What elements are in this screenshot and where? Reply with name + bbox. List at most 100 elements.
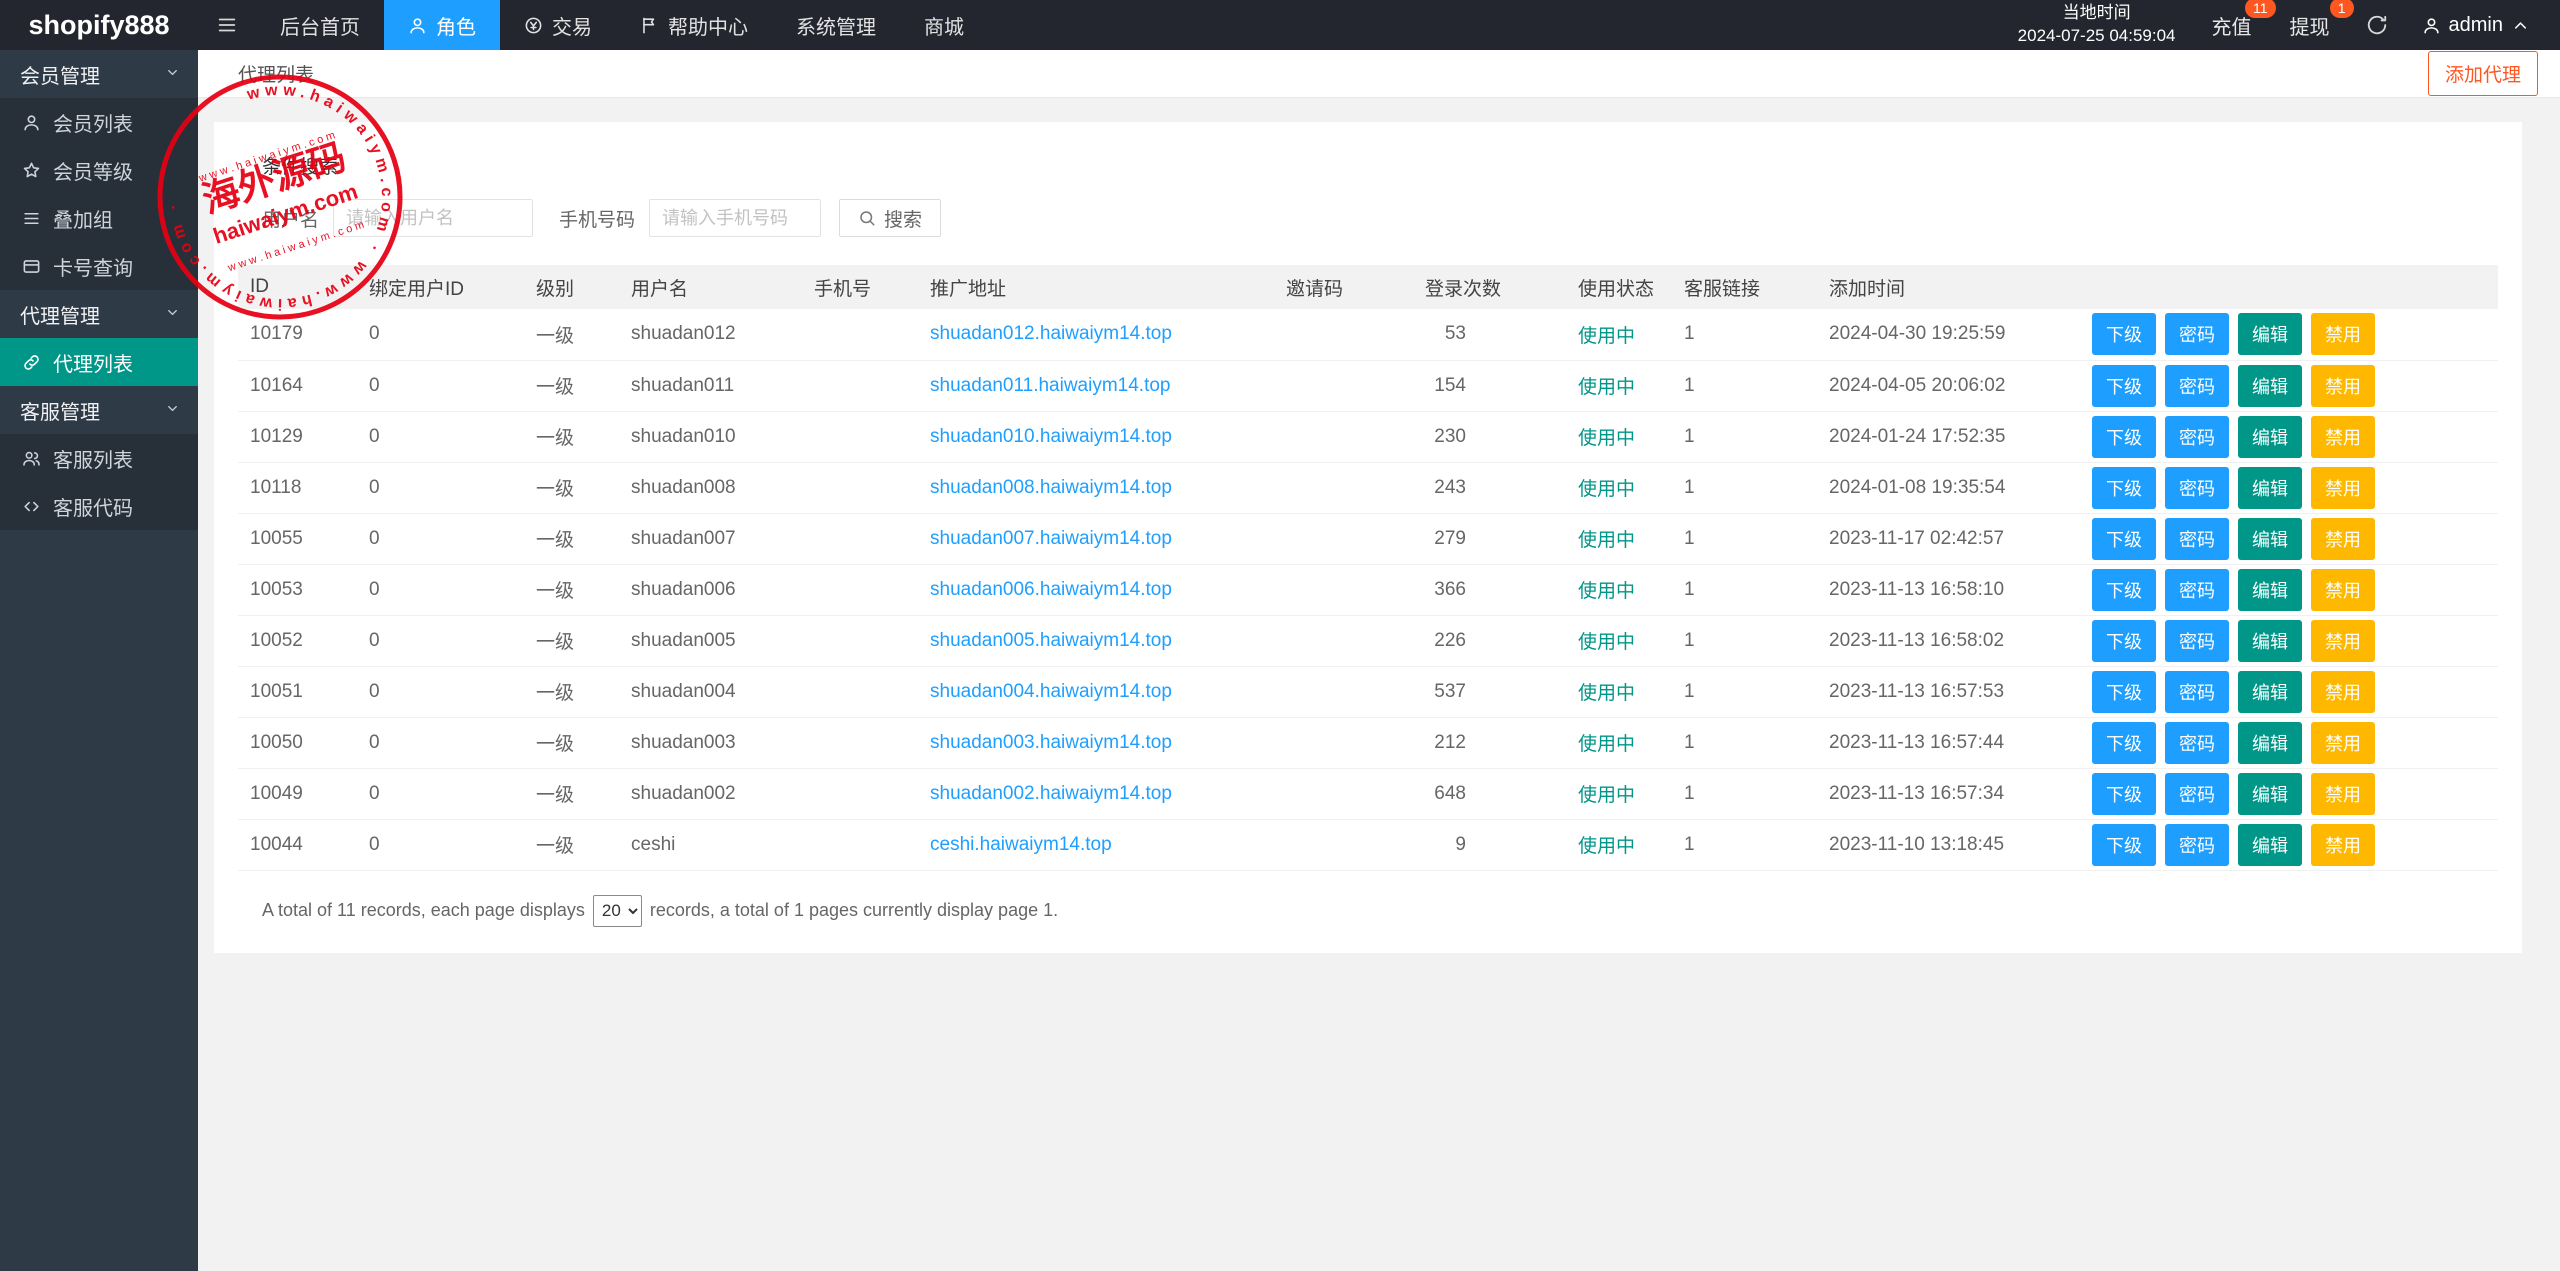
sub-agent-button[interactable]: 下级 bbox=[2092, 365, 2156, 407]
sub-agent-button[interactable]: 下级 bbox=[2092, 620, 2156, 662]
topnav-item[interactable]: 角色 bbox=[384, 0, 500, 50]
topnav-item[interactable]: 交易 bbox=[500, 0, 616, 50]
disable-button[interactable]: 禁用 bbox=[2311, 722, 2375, 764]
password-button[interactable]: 密码 bbox=[2165, 416, 2229, 458]
phone-input[interactable] bbox=[649, 199, 821, 237]
cell-service: 1 bbox=[1672, 411, 1817, 462]
sidebar-item-label: 会员等级 bbox=[53, 156, 133, 185]
sidebar-group-header[interactable]: 会员管理 bbox=[0, 50, 198, 98]
password-button[interactable]: 密码 bbox=[2165, 722, 2229, 764]
promo-url-link[interactable]: shuadan006.haiwaiym14.top bbox=[930, 579, 1172, 600]
sub-agent-button[interactable]: 下级 bbox=[2092, 569, 2156, 611]
edit-button[interactable]: 编辑 bbox=[2238, 620, 2302, 662]
sub-agent-button[interactable]: 下级 bbox=[2092, 824, 2156, 866]
edit-button[interactable]: 编辑 bbox=[2238, 569, 2302, 611]
password-button[interactable]: 密码 bbox=[2165, 773, 2229, 815]
disable-button[interactable]: 禁用 bbox=[2311, 671, 2375, 713]
sub-agent-button[interactable]: 下级 bbox=[2092, 416, 2156, 458]
sub-agent-button[interactable]: 下级 bbox=[2092, 518, 2156, 560]
disable-button[interactable]: 禁用 bbox=[2311, 773, 2375, 815]
disable-button[interactable]: 禁用 bbox=[2311, 365, 2375, 407]
withdraw-button[interactable]: 提现 1 bbox=[2288, 7, 2332, 44]
promo-url-link[interactable]: shuadan008.haiwaiym14.top bbox=[930, 477, 1172, 498]
top-navbar: shopify888 后台首页角色交易帮助中心系统管理商城 当地时间 2024-… bbox=[0, 0, 2560, 50]
promo-url-link[interactable]: shuadan007.haiwaiym14.top bbox=[930, 528, 1172, 549]
cell-invite bbox=[1274, 513, 1413, 564]
topnav-item[interactable]: 商城 bbox=[900, 0, 988, 50]
topnav-item[interactable]: 帮助中心 bbox=[616, 0, 772, 50]
password-button[interactable]: 密码 bbox=[2165, 620, 2229, 662]
topnav-item[interactable]: 系统管理 bbox=[772, 0, 900, 50]
cell-invite bbox=[1274, 768, 1413, 819]
promo-url-link[interactable]: shuadan010.haiwaiym14.top bbox=[930, 426, 1172, 447]
password-button[interactable]: 密码 bbox=[2165, 467, 2229, 509]
recharge-button[interactable]: 充值 11 bbox=[2210, 7, 2254, 44]
sidebar-item[interactable]: 客服列表 bbox=[0, 434, 198, 482]
username-input[interactable] bbox=[333, 199, 533, 237]
user-menu[interactable]: admin bbox=[2422, 14, 2530, 37]
sidebar-item[interactable]: 客服代码 bbox=[0, 482, 198, 530]
edit-button[interactable]: 编辑 bbox=[2238, 671, 2302, 713]
promo-url-link[interactable]: shuadan002.haiwaiym14.top bbox=[930, 783, 1172, 804]
password-button[interactable]: 密码 bbox=[2165, 365, 2229, 407]
cell-id: 10044 bbox=[238, 819, 357, 870]
sidebar-group-header[interactable]: 客服管理 bbox=[0, 386, 198, 434]
disable-button[interactable]: 禁用 bbox=[2311, 824, 2375, 866]
promo-url-link[interactable]: shuadan012.haiwaiym14.top bbox=[930, 323, 1172, 344]
hamburger-icon[interactable] bbox=[198, 0, 256, 50]
edit-button[interactable]: 编辑 bbox=[2238, 518, 2302, 560]
disable-button[interactable]: 禁用 bbox=[2311, 416, 2375, 458]
search-button[interactable]: 搜索 bbox=[839, 199, 941, 237]
page-size-select[interactable]: 20 bbox=[593, 895, 642, 927]
promo-url-link[interactable]: shuadan004.haiwaiym14.top bbox=[930, 681, 1172, 702]
add-agent-button[interactable]: 添加代理 bbox=[2428, 51, 2538, 96]
edit-button[interactable]: 编辑 bbox=[2238, 722, 2302, 764]
cell-bind: 0 bbox=[357, 462, 524, 513]
topnav-item-label: 系统管理 bbox=[796, 11, 876, 40]
password-button[interactable]: 密码 bbox=[2165, 569, 2229, 611]
disable-button[interactable]: 禁用 bbox=[2311, 569, 2375, 611]
cell-status: 使用中 bbox=[1566, 360, 1672, 411]
edit-button[interactable]: 编辑 bbox=[2238, 773, 2302, 815]
disable-button[interactable]: 禁用 bbox=[2311, 620, 2375, 662]
sub-agent-button[interactable]: 下级 bbox=[2092, 773, 2156, 815]
promo-url-link[interactable]: shuadan011.haiwaiym14.top bbox=[930, 375, 1171, 396]
promo-url-link[interactable]: shuadan005.haiwaiym14.top bbox=[930, 630, 1172, 651]
password-button[interactable]: 密码 bbox=[2165, 671, 2229, 713]
disable-button[interactable]: 禁用 bbox=[2311, 467, 2375, 509]
promo-url-link[interactable]: shuadan003.haiwaiym14.top bbox=[930, 732, 1172, 753]
sub-agent-button[interactable]: 下级 bbox=[2092, 467, 2156, 509]
table-header-cell: 使用状态 bbox=[1566, 265, 1672, 309]
sidebar-item[interactable]: 会员等级 bbox=[0, 146, 198, 194]
refresh-icon[interactable] bbox=[2366, 14, 2388, 36]
edit-button[interactable]: 编辑 bbox=[2238, 365, 2302, 407]
sub-agent-button[interactable]: 下级 bbox=[2092, 671, 2156, 713]
disable-button[interactable]: 禁用 bbox=[2311, 313, 2375, 355]
sidebar-item[interactable]: 卡号查询 bbox=[0, 242, 198, 290]
cell-actions: 下级密码编辑禁用 bbox=[2080, 819, 2498, 870]
sidebar-group-header[interactable]: 代理管理 bbox=[0, 290, 198, 338]
sub-agent-button[interactable]: 下级 bbox=[2092, 313, 2156, 355]
password-button[interactable]: 密码 bbox=[2165, 824, 2229, 866]
password-button[interactable]: 密码 bbox=[2165, 313, 2229, 355]
edit-button[interactable]: 编辑 bbox=[2238, 467, 2302, 509]
edit-button[interactable]: 编辑 bbox=[2238, 416, 2302, 458]
topnav-item[interactable]: 后台首页 bbox=[256, 0, 384, 50]
edit-button[interactable]: 编辑 bbox=[2238, 824, 2302, 866]
promo-url-link[interactable]: ceshi.haiwaiym14.top bbox=[930, 834, 1112, 855]
sub-agent-button[interactable]: 下级 bbox=[2092, 722, 2156, 764]
disable-button[interactable]: 禁用 bbox=[2311, 518, 2375, 560]
pagination-text-before: A total of 11 records, each page display… bbox=[262, 900, 585, 921]
password-button[interactable]: 密码 bbox=[2165, 518, 2229, 560]
cell-bind: 0 bbox=[357, 513, 524, 564]
sidebar-group-items: 代理列表 bbox=[0, 338, 198, 386]
sidebar-item[interactable]: 叠加组 bbox=[0, 194, 198, 242]
sidebar-item[interactable]: 会员列表 bbox=[0, 98, 198, 146]
cell-id: 10118 bbox=[238, 462, 357, 513]
cell-logins: 648 bbox=[1413, 768, 1566, 819]
edit-button[interactable]: 编辑 bbox=[2238, 313, 2302, 355]
cell-actions: 下级密码编辑禁用 bbox=[2080, 462, 2498, 513]
sidebar-item-label: 叠加组 bbox=[53, 204, 113, 233]
table-row: 100490一级shuadan002shuadan002.haiwaiym14.… bbox=[238, 768, 2498, 819]
sidebar-item[interactable]: 代理列表 bbox=[0, 338, 198, 386]
